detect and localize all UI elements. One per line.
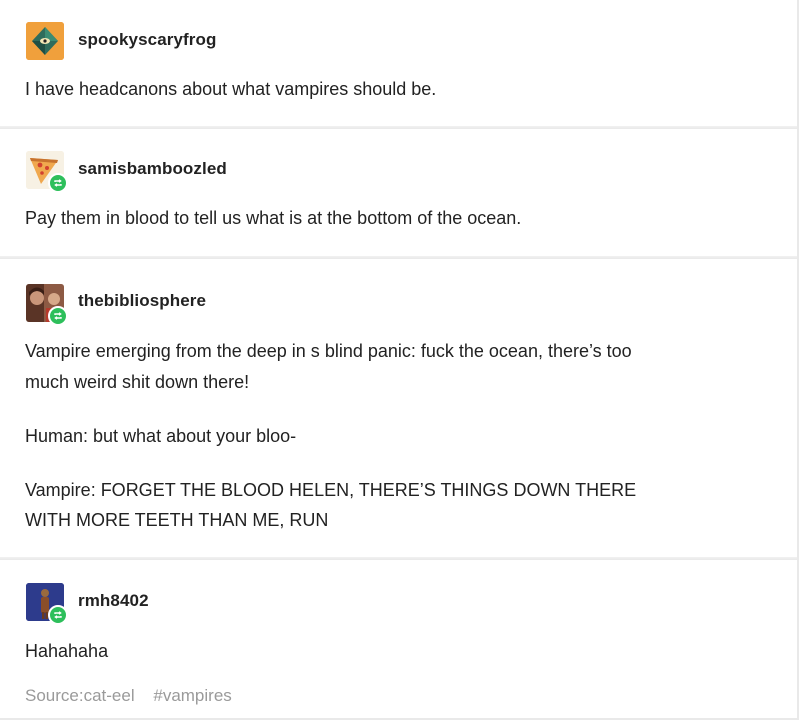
reblog-icon [48, 306, 68, 326]
reblog-icon [48, 605, 68, 625]
avatar[interactable] [26, 22, 64, 60]
divider [0, 126, 797, 129]
pyramid-eye-icon [26, 22, 64, 60]
post-text: Pay them in blood to tell us what is at … [25, 208, 522, 228]
post-text: Hahahaha [25, 641, 109, 661]
username[interactable]: spookyscaryfrog [78, 30, 217, 50]
username[interactable]: thebibliosphere [78, 291, 206, 311]
post-text-line: WITH MORE TEETH THAN ME, RUN [25, 510, 329, 530]
divider [0, 256, 797, 259]
reblog-icon [48, 173, 68, 193]
post-footer: Source:cat-eel #vampires [25, 686, 246, 706]
post-text-line: Human: but what about your bloo- [25, 426, 297, 446]
post-text-line: Vampire: FORGET THE BLOOD HELEN, THERE’S… [25, 480, 637, 500]
source-link[interactable]: Source:cat-eel [25, 686, 135, 705]
post-text: I have headcanons about what vampires sh… [25, 79, 437, 99]
divider [0, 557, 797, 560]
username[interactable]: rmh8402 [78, 591, 149, 611]
post-text-line: much weird shit down there! [25, 372, 250, 392]
tag-link[interactable]: #vampires [153, 686, 231, 705]
username[interactable]: samisbamboozled [78, 159, 227, 179]
post-text-line: Vampire emerging from the deep in s blin… [25, 341, 632, 361]
